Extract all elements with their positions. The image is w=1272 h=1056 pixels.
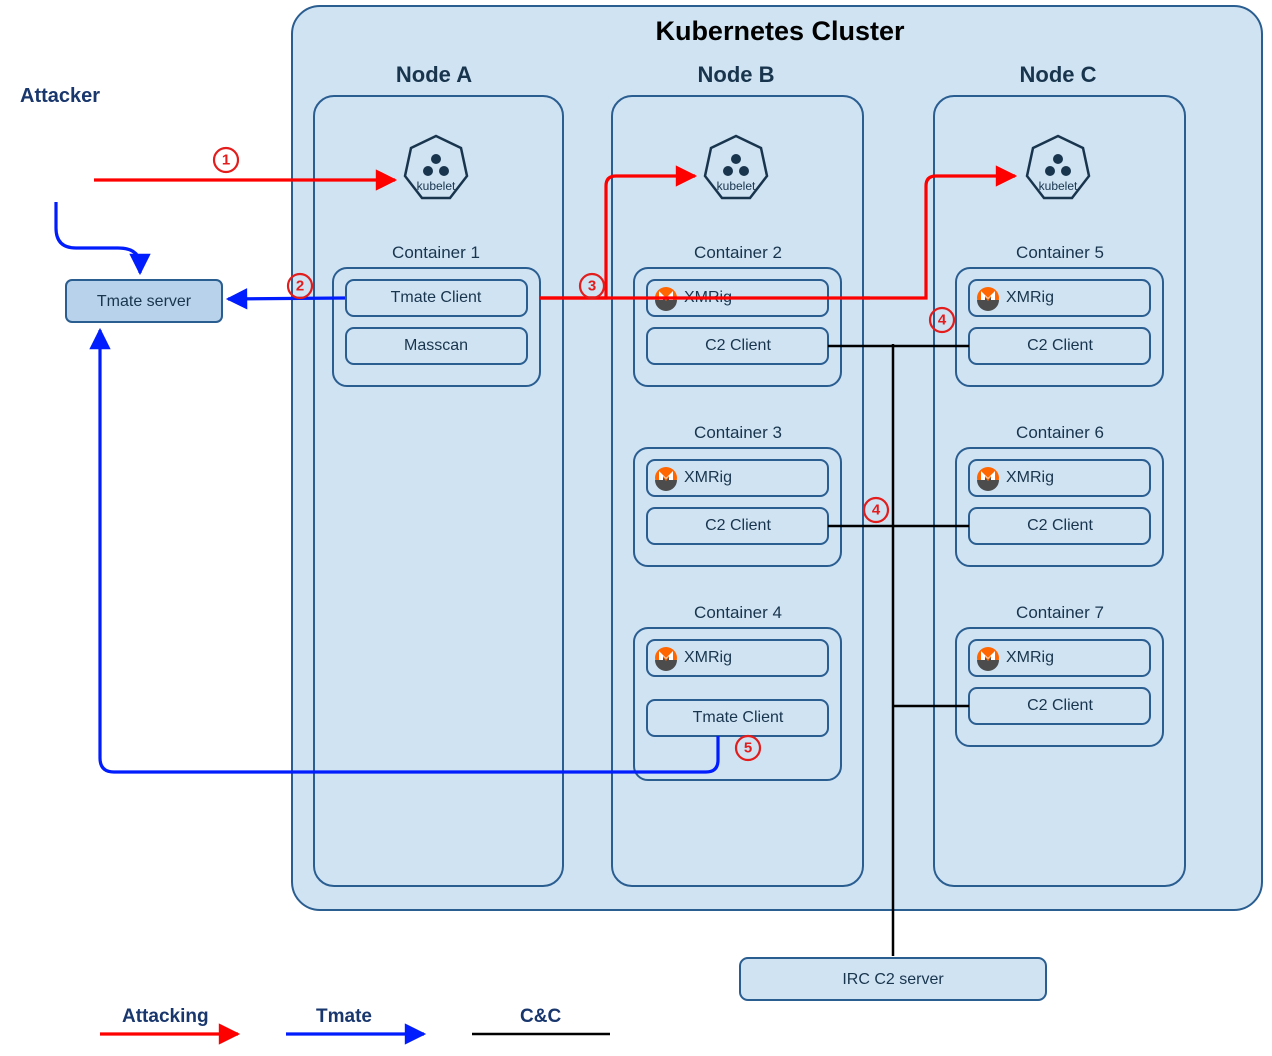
arrow-step-2: [228, 298, 345, 299]
tmate-server-label: Tmate server: [97, 293, 192, 310]
kubelet-label-c: kubelet: [1039, 179, 1078, 193]
node-c-title: Node C: [1020, 62, 1097, 87]
svg-text:Container 3: Container 3: [694, 423, 782, 442]
svg-text:Tmate Client: Tmate Client: [693, 709, 784, 726]
node-b: Node B kubelet Container 2 XMRig C2 Clie…: [612, 62, 863, 886]
svg-text:C2 Client: C2 Client: [705, 337, 771, 354]
svg-text:C2 Client: C2 Client: [1027, 337, 1093, 354]
svg-text:4: 4: [938, 312, 947, 329]
svg-text:Container 4: Container 4: [694, 603, 782, 622]
svg-text:C2 Client: C2 Client: [705, 517, 771, 534]
node-a-title: Node A: [396, 62, 472, 87]
svg-text:XMRig: XMRig: [1006, 649, 1054, 666]
legend: Attacking Tmate C&C: [100, 1006, 610, 1034]
container-1-title: Container 1: [392, 243, 480, 262]
svg-text:Container 5: Container 5: [1016, 243, 1104, 262]
svg-text:XMRig: XMRig: [684, 469, 732, 486]
svg-text:3: 3: [588, 278, 596, 295]
node-c: Node C kubelet Container 5 XMRig C2 Clie…: [934, 62, 1185, 886]
svg-text:Tmate Client: Tmate Client: [391, 289, 482, 306]
svg-text:2: 2: [296, 278, 304, 295]
node-b-title: Node B: [698, 62, 775, 87]
node-a: Node A kubelet Container 1 Tmate Client …: [314, 62, 563, 886]
monero-icon: [655, 467, 677, 491]
monero-icon: [977, 467, 999, 491]
svg-text:XMRig: XMRig: [684, 649, 732, 666]
svg-text:1: 1: [222, 152, 230, 169]
attacker-to-tmate: [56, 202, 140, 273]
diagram-canvas: Kubernetes Cluster Node A kubelet Contai…: [0, 0, 1272, 1056]
monero-icon: [977, 647, 999, 671]
svg-text:Container 6: Container 6: [1016, 423, 1104, 442]
svg-text:5: 5: [744, 740, 752, 757]
monero-icon: [977, 287, 999, 311]
step-1: 1: [214, 148, 238, 172]
svg-text:Container 7: Container 7: [1016, 603, 1104, 622]
irc-server-label: IRC C2 server: [842, 971, 944, 988]
svg-text:C&C: C&C: [520, 1006, 561, 1027]
svg-text:Masscan: Masscan: [404, 337, 468, 354]
kubelet-label-b: kubelet: [717, 179, 756, 193]
svg-text:Attacking: Attacking: [122, 1006, 209, 1027]
cluster-title: Kubernetes Cluster: [655, 16, 905, 46]
svg-text:4: 4: [872, 502, 881, 519]
svg-text:C2 Client: C2 Client: [1027, 697, 1093, 714]
kubelet-label: kubelet: [417, 179, 456, 193]
svg-text:Container 2: Container 2: [694, 243, 782, 262]
attacker-label: Attacker: [20, 85, 100, 107]
monero-icon: [655, 647, 677, 671]
svg-text:Tmate: Tmate: [316, 1006, 372, 1027]
svg-text:XMRig: XMRig: [1006, 289, 1054, 306]
svg-text:XMRig: XMRig: [1006, 469, 1054, 486]
svg-text:C2 Client: C2 Client: [1027, 517, 1093, 534]
